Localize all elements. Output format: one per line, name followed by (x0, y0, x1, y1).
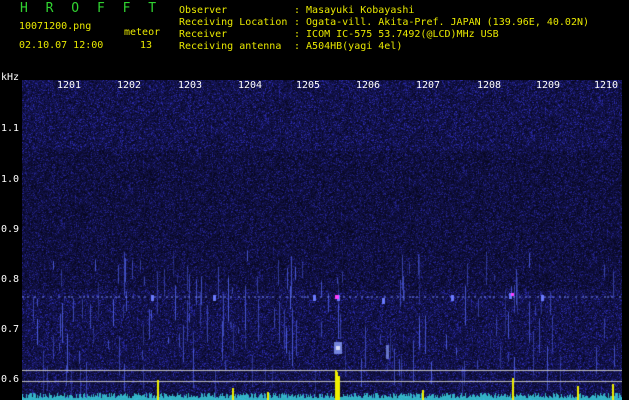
observer-label: Observer (179, 5, 228, 16)
y-tick-label: 0.8 (1, 274, 20, 285)
y-tick-label: 1.1 (1, 123, 20, 134)
x-tick-label: 1201 (57, 80, 82, 91)
spectrogram-canvas (22, 80, 622, 400)
date-time: 02.10.07 12:00 (19, 40, 104, 51)
x-tick-label: 1207 (416, 80, 441, 91)
x-tick-label: 1209 (536, 80, 561, 91)
header-panel: H R O F F T 10071200.png 02.10.07 12:00 … (0, 0, 629, 78)
y-tick-label: 0.6 (1, 374, 20, 385)
meteor-label: meteor (124, 27, 161, 38)
location-value: : Ogata-vill. Akita-Pref. JAPAN (139.96E… (294, 17, 590, 28)
x-tick-label: 1202 (117, 80, 142, 91)
receiver-value: : ICOM IC-575 53.7492(@LCD)MHz USB (294, 29, 499, 40)
antenna-label: Receiving antenna (179, 41, 282, 52)
meteor-count: 13 (140, 40, 153, 51)
app-title: H R O F F T (20, 1, 162, 16)
x-tick-label: 1203 (178, 80, 203, 91)
antenna-value: : A504HB(yagi 4el) (294, 41, 403, 52)
x-tick-label: 1205 (296, 80, 321, 91)
observer-value: : Masayuki Kobayashi (294, 5, 415, 16)
x-tick-label: 1208 (477, 80, 502, 91)
receiver-label: Receiver (179, 29, 228, 40)
x-tick-label: 1204 (238, 80, 263, 91)
location-label: Receiving Location (179, 17, 288, 28)
y-tick-label: 1.0 (1, 174, 20, 185)
y-tick-label: 0.9 (1, 224, 20, 235)
x-tick-label: 1210 (594, 80, 619, 91)
y-axis-unit: kHz (1, 72, 20, 83)
x-tick-label: 1206 (356, 80, 381, 91)
file-name: 10071200.png (19, 21, 92, 32)
y-tick-label: 0.7 (1, 324, 20, 335)
